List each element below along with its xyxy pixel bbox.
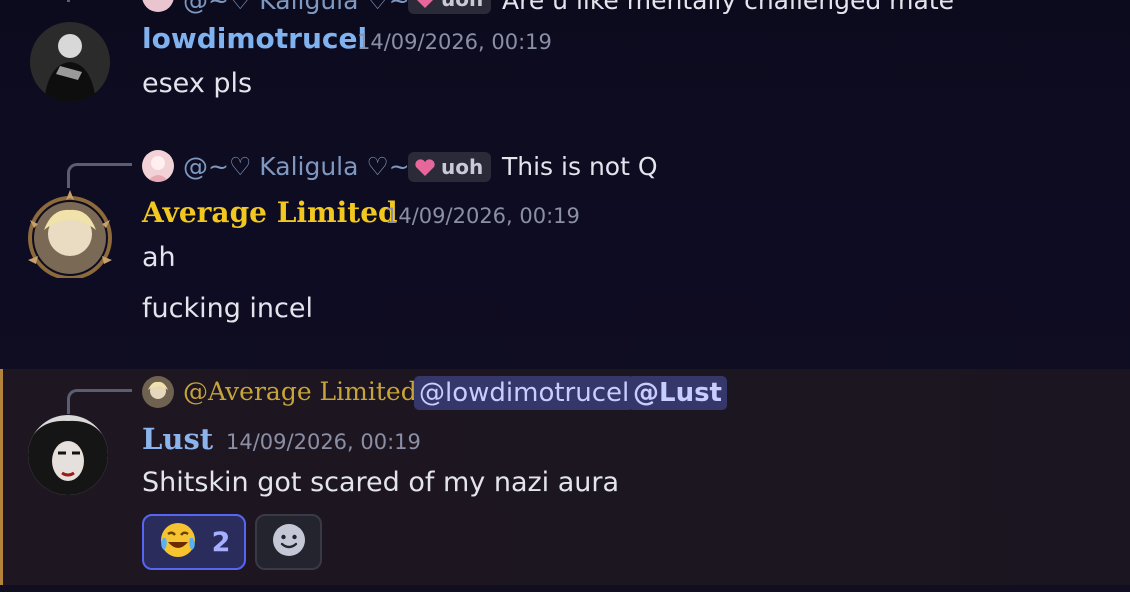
avatar[interactable] <box>28 415 108 495</box>
mention-lowdimotrucel[interactable]: @lowdimotrucel <box>414 376 635 410</box>
reply-author[interactable]: @~♡ Kaligula ♡~ <box>183 152 410 181</box>
reply-avatar[interactable] <box>142 150 174 182</box>
message-author[interactable]: Average Limited <box>142 196 398 229</box>
reply-avatar[interactable] <box>142 376 174 408</box>
reply-author[interactable]: @Average Limited <box>183 377 417 406</box>
reply-connector <box>67 163 132 188</box>
message-timestamp: 14/09/2026, 00:19 <box>226 430 421 454</box>
reaction-count: 2 <box>211 526 231 558</box>
user-tag-label: uoh <box>441 0 483 11</box>
add-reaction-icon <box>271 522 307 562</box>
message-text: Shitskin got scared of my nazi aura <box>142 467 620 498</box>
user-tag: uoh <box>408 152 492 182</box>
mention-lust[interactable]: @Lust <box>628 376 727 410</box>
heart-icon <box>414 0 436 8</box>
heart-icon <box>414 158 436 176</box>
reply-avatar[interactable] <box>142 0 174 12</box>
reply-connector <box>67 0 132 2</box>
user-tag-label: uoh <box>441 155 484 179</box>
message-author[interactable]: lowdimotrucel <box>142 22 367 55</box>
message-timestamp: 14/09/2026, 00:19 <box>385 204 580 228</box>
avatar[interactable] <box>24 190 116 278</box>
message-text: fucking incel <box>142 293 314 324</box>
message-author[interactable]: Lust <box>142 422 213 456</box>
message-text: ah <box>142 242 176 273</box>
add-reaction-button[interactable] <box>255 514 322 570</box>
reply-text[interactable]: This is not Q <box>502 152 658 181</box>
reaction-laughing[interactable]: 2 <box>142 514 246 570</box>
reply-text[interactable]: Are u like mentally challenged mate <box>502 0 954 15</box>
user-tag: uoh <box>408 0 492 14</box>
message-timestamp: 14/09/2026, 00:19 <box>357 30 552 54</box>
reply-connector <box>67 389 132 414</box>
message-text: esex pls <box>142 68 253 99</box>
avatar[interactable] <box>30 22 110 102</box>
face-with-tears-of-joy-icon <box>158 520 198 564</box>
reply-author[interactable]: @~♡ Kaligula ♡~ <box>183 0 410 15</box>
